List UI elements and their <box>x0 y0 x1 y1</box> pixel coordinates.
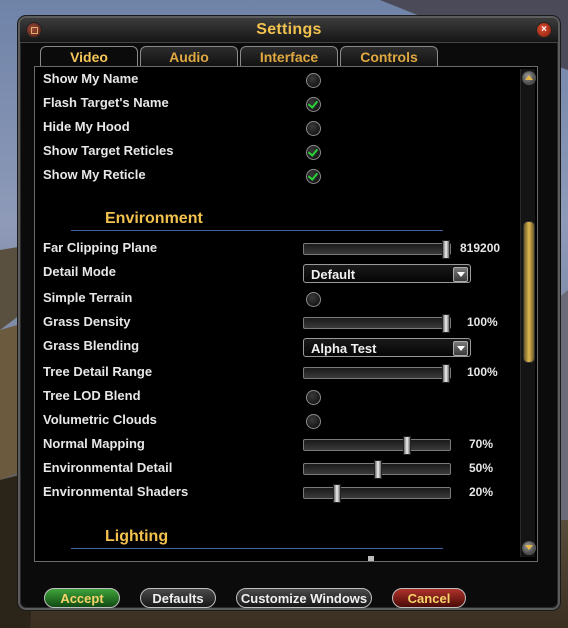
chevron-down-icon[interactable] <box>453 267 468 282</box>
setting-label: Environmental Shaders <box>43 484 189 499</box>
grass-density-slider[interactable] <box>303 314 451 333</box>
tab-audio[interactable]: Audio <box>140 46 238 67</box>
detail-mode-select[interactable]: Default <box>303 264 471 283</box>
setting-label: Tree LOD Blend <box>43 388 141 403</box>
setting-label: Simple Terrain <box>43 290 133 305</box>
scrollbar-thumb[interactable] <box>523 221 535 363</box>
scroll-down-icon[interactable] <box>522 541 536 555</box>
setting-label: Environmental Detail <box>43 460 173 475</box>
hide-my-hood-checkbox[interactable] <box>306 121 321 136</box>
slider-handle[interactable] <box>442 240 450 259</box>
tab-controls[interactable]: Controls <box>340 46 438 67</box>
setting-label: Grass Density <box>43 314 131 329</box>
volumetric-clouds-checkbox[interactable] <box>306 414 321 429</box>
scrollbar[interactable] <box>520 69 536 557</box>
section-divider <box>71 230 443 231</box>
slider-value: 70% <box>469 437 494 451</box>
setting-label: Normal Mapping <box>43 436 145 451</box>
setting-label: Detail Mode <box>43 264 116 279</box>
slider-handle[interactable] <box>442 314 450 333</box>
flash-target-name-checkbox[interactable] <box>306 97 321 112</box>
chevron-down-icon[interactable] <box>453 341 468 356</box>
slider-value: 20% <box>469 485 494 499</box>
environmental-detail-slider[interactable] <box>303 460 451 479</box>
setting-label: Show My Reticle <box>43 167 146 182</box>
grass-blending-select[interactable]: Alpha Test <box>303 338 471 357</box>
close-icon[interactable]: × <box>536 22 552 38</box>
simple-terrain-checkbox[interactable] <box>306 292 321 307</box>
setting-label: Hide My Hood <box>43 119 130 134</box>
setting-label: Volumetric Clouds <box>43 412 157 427</box>
defaults-button[interactable]: Defaults <box>140 588 216 608</box>
far-clipping-plane-slider[interactable] <box>303 240 451 259</box>
slider-handle[interactable] <box>403 436 411 455</box>
show-my-reticle-checkbox[interactable] <box>306 169 321 184</box>
slider-value: 100% <box>467 315 498 329</box>
section-heading-lighting: Lighting <box>105 528 169 545</box>
normal-mapping-slider[interactable] <box>303 436 451 455</box>
tree-detail-range-slider[interactable] <box>303 364 451 383</box>
setting-label: Show Target Reticles <box>43 143 174 158</box>
scroll-up-icon[interactable] <box>522 71 536 85</box>
setting-label: Flash Target's Name <box>43 95 169 110</box>
environmental-shaders-slider[interactable] <box>303 484 451 503</box>
accept-button[interactable]: Accept <box>44 588 120 608</box>
slider-value: 50% <box>469 461 494 475</box>
setting-label: Grass Blending <box>43 338 140 353</box>
select-value: Default <box>311 267 356 282</box>
setting-label: Far Clipping Plane <box>43 240 158 255</box>
show-my-name-checkbox[interactable] <box>306 73 321 88</box>
customize-windows-button[interactable]: Customize Windows <box>236 588 372 608</box>
section-heading-environment: Environment <box>105 210 203 227</box>
select-value: Alpha Test <box>311 341 377 356</box>
settings-panel: Show My Name Flash Target's Name Hide My… <box>34 66 538 562</box>
title-bar[interactable]: Settings × <box>20 18 558 43</box>
slider-value: 819200 <box>460 241 501 255</box>
slider-handle[interactable] <box>374 460 382 479</box>
section-divider <box>71 548 443 549</box>
show-target-reticles-checkbox[interactable] <box>306 145 321 160</box>
window-title: Settings <box>256 21 322 38</box>
slider-handle[interactable] <box>333 484 341 503</box>
settings-window: Settings × Video Audio Interface Control… <box>18 16 560 610</box>
tab-interface[interactable]: Interface <box>240 46 338 67</box>
slider-handle[interactable] <box>442 364 450 383</box>
slider-handle[interactable] <box>368 556 374 561</box>
setting-label: Tree Detail Range <box>43 364 153 379</box>
tab-video[interactable]: Video <box>40 46 138 68</box>
tree-lod-blend-checkbox[interactable] <box>306 390 321 405</box>
cancel-button[interactable]: Cancel <box>392 588 466 608</box>
setting-label: Show My Name <box>43 71 139 86</box>
slider-value: 100% <box>467 365 498 379</box>
